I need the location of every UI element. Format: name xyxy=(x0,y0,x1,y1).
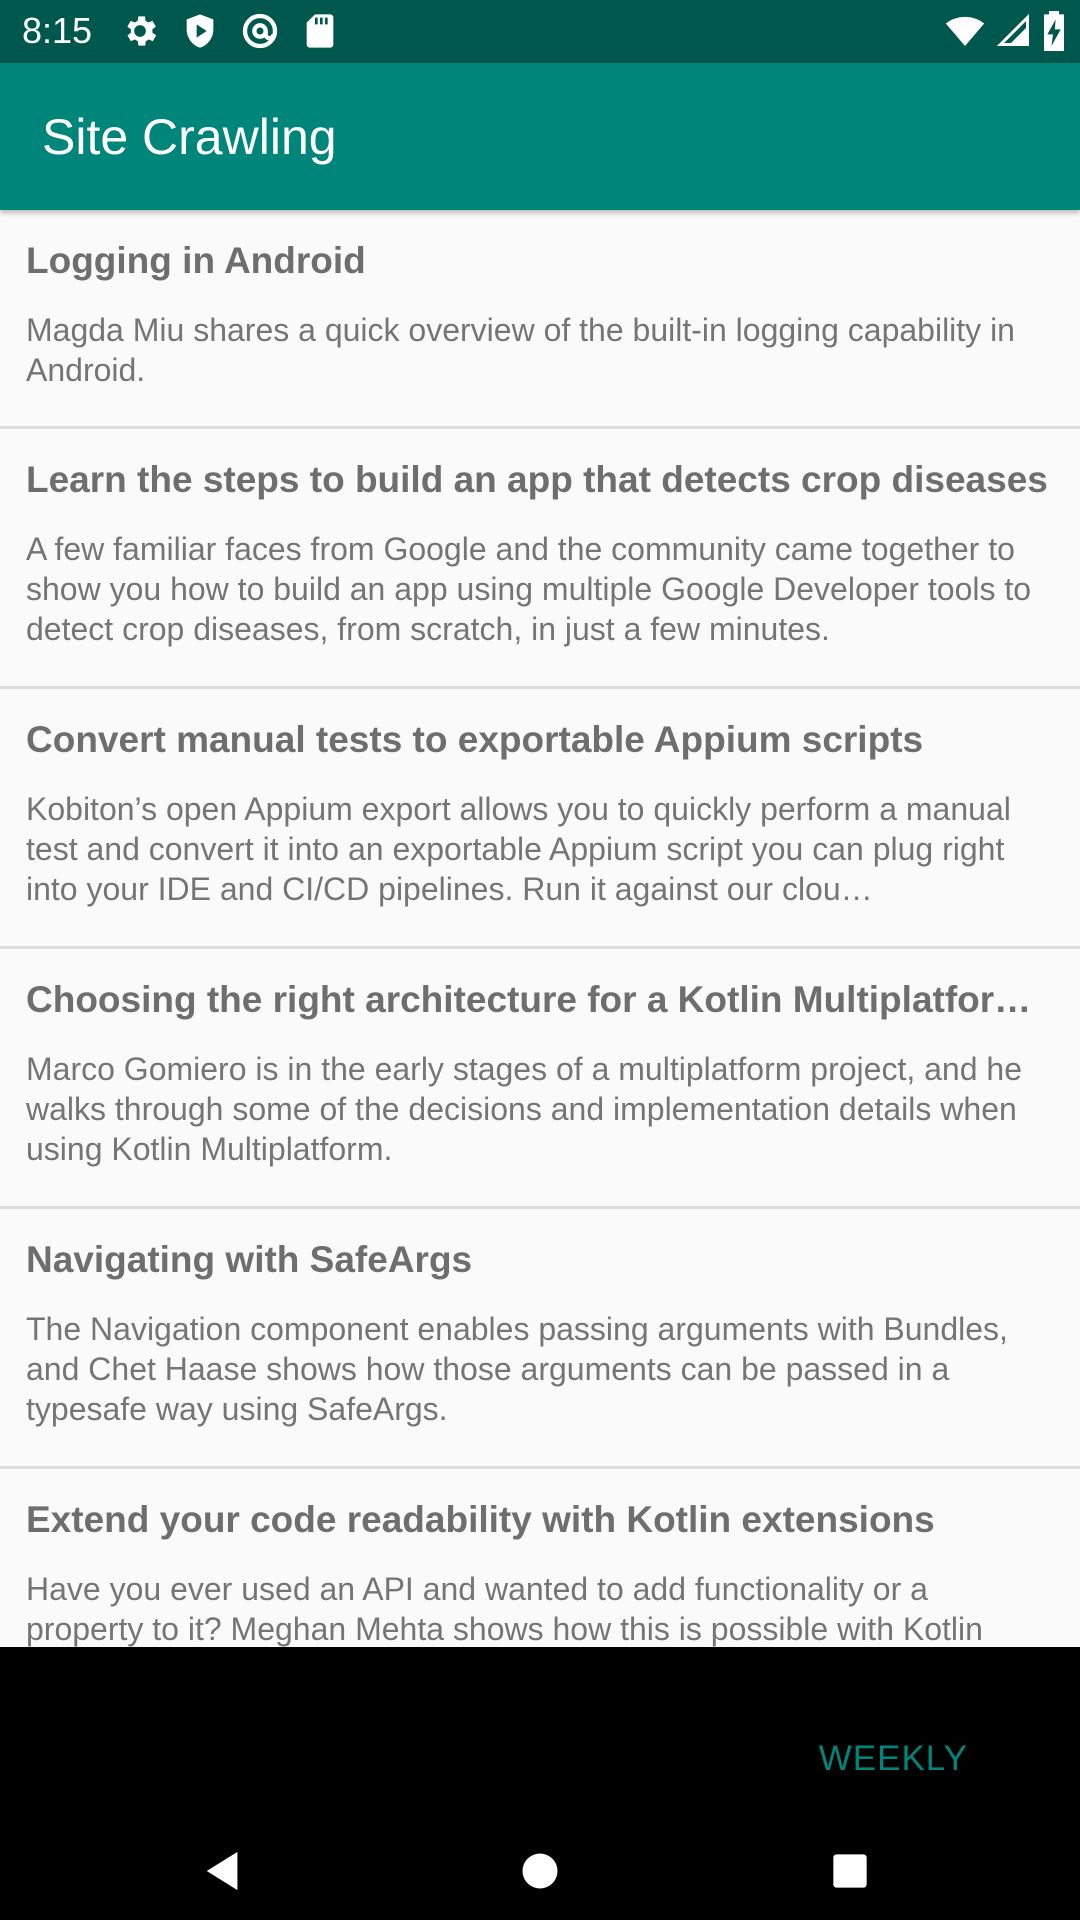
article-description: The Navigation component enables passing… xyxy=(26,1311,1008,1427)
article-description: Marco Gomiero is in the early stages of … xyxy=(26,1051,1022,1167)
article-item-kotlin-multiplatform[interactable]: Choosing the right architecture for a Ko… xyxy=(0,949,1080,1209)
article-title: Extend your code readability with Kotlin… xyxy=(26,1499,935,1540)
at-sign-icon xyxy=(242,13,278,49)
app-title: Site Crawling xyxy=(42,109,337,165)
article-item-kotlin-extensions[interactable]: Extend your code readability with Kotlin… xyxy=(0,1469,1080,1647)
article-title: Learn the steps to build an app that det… xyxy=(26,459,1048,500)
home-icon xyxy=(522,1853,558,1889)
sd-card-icon xyxy=(306,14,334,48)
back-icon xyxy=(206,1851,238,1891)
recents-icon xyxy=(833,1854,867,1888)
article-item-crop-diseases[interactable]: Learn the steps to build an app that det… xyxy=(0,429,1080,689)
article-title: Convert manual tests to exportable Appiu… xyxy=(26,719,924,760)
back-button[interactable] xyxy=(188,1835,260,1907)
article-description: Magda Miu shares a quick overview of the… xyxy=(26,312,1015,388)
home-button[interactable] xyxy=(504,1835,576,1907)
article-item-safeargs[interactable]: Navigating with SafeArgs The Navigation … xyxy=(0,1209,1080,1469)
status-bar: 8:15 xyxy=(0,0,1080,63)
article-title: Navigating with SafeArgs xyxy=(26,1239,473,1280)
article-item-appium-scripts[interactable]: Convert manual tests to exportable Appiu… xyxy=(0,689,1080,949)
article-item-logging-in-android[interactable]: Logging in Android Magda Miu shares a qu… xyxy=(0,210,1080,429)
article-list[interactable]: Logging in Android Magda Miu shares a qu… xyxy=(0,210,1080,1647)
article-title: Logging in Android xyxy=(26,240,366,281)
app-bar: Site Crawling xyxy=(0,63,1080,210)
weekly-button[interactable]: WEEKLY xyxy=(819,1737,968,1781)
status-time: 8:15 xyxy=(22,10,93,51)
recents-button[interactable] xyxy=(814,1835,886,1907)
article-title: Choosing the right architecture for a Ko… xyxy=(26,979,1054,1020)
bottom-area: WEEKLY xyxy=(0,1647,1080,1920)
settings-icon xyxy=(127,16,157,46)
navigation-bar xyxy=(0,1821,1080,1920)
signal-icon xyxy=(996,13,1029,46)
article-description: A few familiar faces from Google and the… xyxy=(26,531,1032,647)
shield-play-icon xyxy=(186,14,214,48)
article-description: Have you ever used an API and wanted to … xyxy=(26,1571,983,1647)
battery-charging-icon xyxy=(1044,11,1064,51)
system-status-icons xyxy=(944,11,1066,51)
notification-icons xyxy=(120,11,340,51)
screen: 8:15 Site Crawling Logging in Android Ma… xyxy=(0,0,1080,1920)
wifi-icon xyxy=(945,16,985,46)
article-description: Kobiton’s open Appium export allows you … xyxy=(26,791,1011,907)
